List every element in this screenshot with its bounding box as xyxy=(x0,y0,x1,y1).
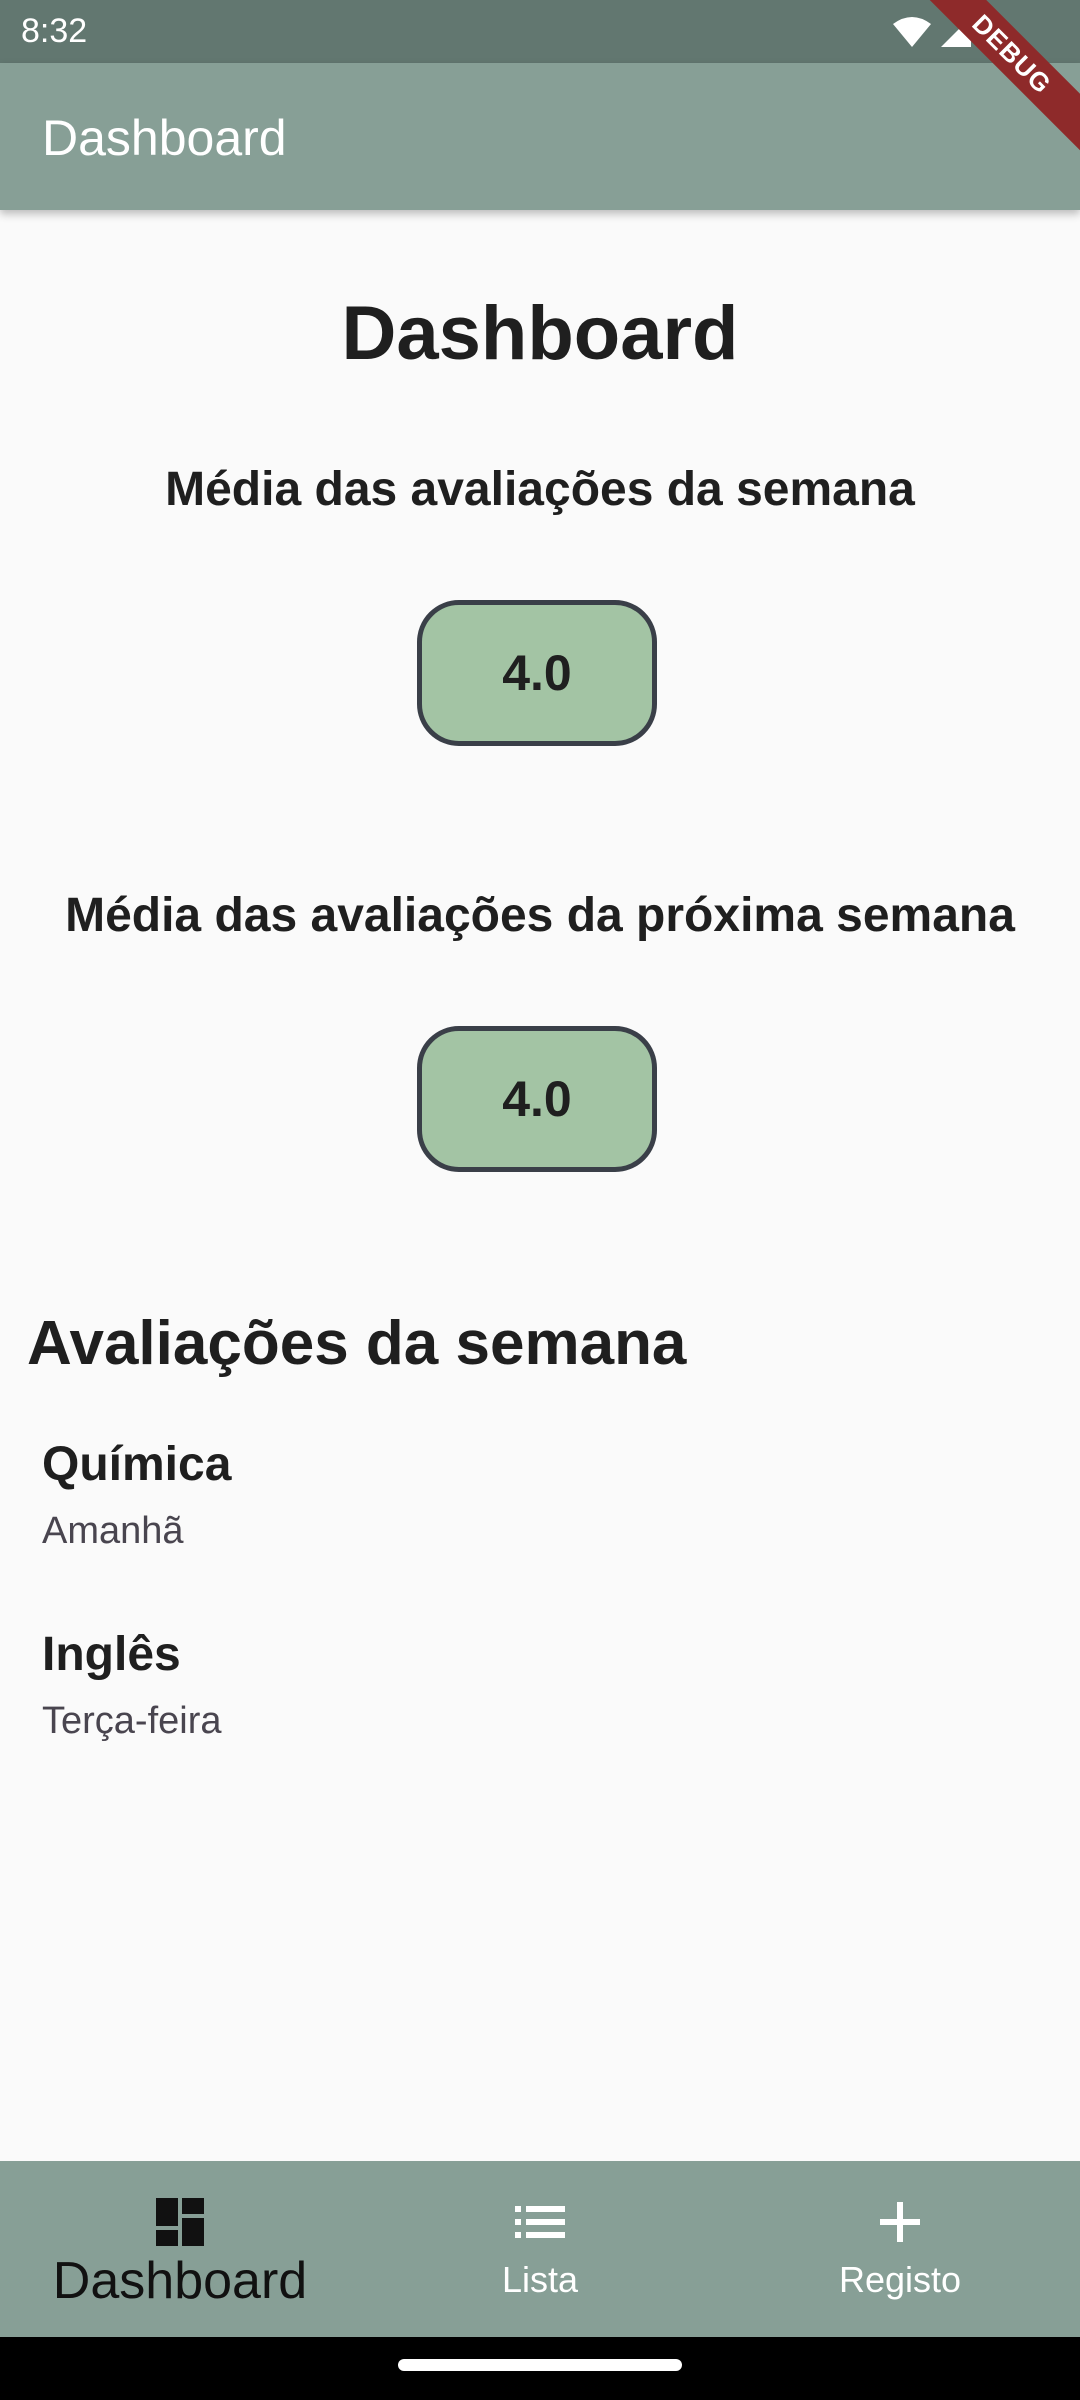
dashboard-content: Dashboard Média das avaliações da semana… xyxy=(0,210,1080,2160)
app-bar: Dashboard xyxy=(0,63,1080,210)
evaluation-day: Amanhã xyxy=(42,1510,184,1552)
cellular-signal-icon xyxy=(940,16,972,48)
nav-label-lista: Lista xyxy=(501,2259,579,2300)
week-average-value: 4.0 xyxy=(417,600,657,746)
nav-item-registo[interactable]: Registo xyxy=(720,2161,1080,2337)
nav-item-dashboard[interactable]: Dashboard xyxy=(0,2161,360,2337)
bottom-navigation: Dashboard Lista Registo xyxy=(0,2161,1080,2337)
list-icon xyxy=(515,2195,565,2249)
nav-item-lista[interactable]: Lista xyxy=(360,2161,720,2337)
next-week-average-label: Média das avaliações da próxima semana xyxy=(65,889,1015,942)
add-icon xyxy=(880,2195,920,2249)
status-time: 8:32 xyxy=(21,12,88,50)
screen: 8:32 DEBUG Dashboard Dashboard Média das… xyxy=(0,0,1080,2400)
next-week-average-value: 4.0 xyxy=(417,1026,657,1172)
nav-label-registo: Registo xyxy=(838,2259,962,2300)
status-bar: 8:32 xyxy=(0,0,1080,63)
page-title: Dashboard xyxy=(341,291,739,376)
system-navigation-bar xyxy=(0,2337,1080,2400)
nav-label-dashboard: Dashboard xyxy=(52,2252,308,2310)
list-item[interactable]: Química Amanhã xyxy=(42,1435,1042,1625)
evaluation-subject: Inglês xyxy=(42,1628,181,1681)
home-gesture-handle[interactable] xyxy=(398,2359,682,2371)
app-bar-title: Dashboard xyxy=(42,110,287,166)
list-item[interactable]: Inglês Terça-feira xyxy=(42,1625,1042,1815)
wifi-icon xyxy=(892,16,932,48)
status-icons xyxy=(892,12,1002,52)
evaluation-day: Terça-feira xyxy=(42,1700,222,1742)
week-average-label: Média das avaliações da semana xyxy=(165,463,915,516)
evaluation-subject: Química xyxy=(42,1438,232,1491)
week-evaluations-list: Química Amanhã Inglês Terça-feira xyxy=(42,1435,1042,1815)
dashboard-icon xyxy=(155,2195,205,2249)
week-evaluations-title: Avaliações da semana xyxy=(27,1309,687,1378)
battery-icon xyxy=(980,14,1002,50)
